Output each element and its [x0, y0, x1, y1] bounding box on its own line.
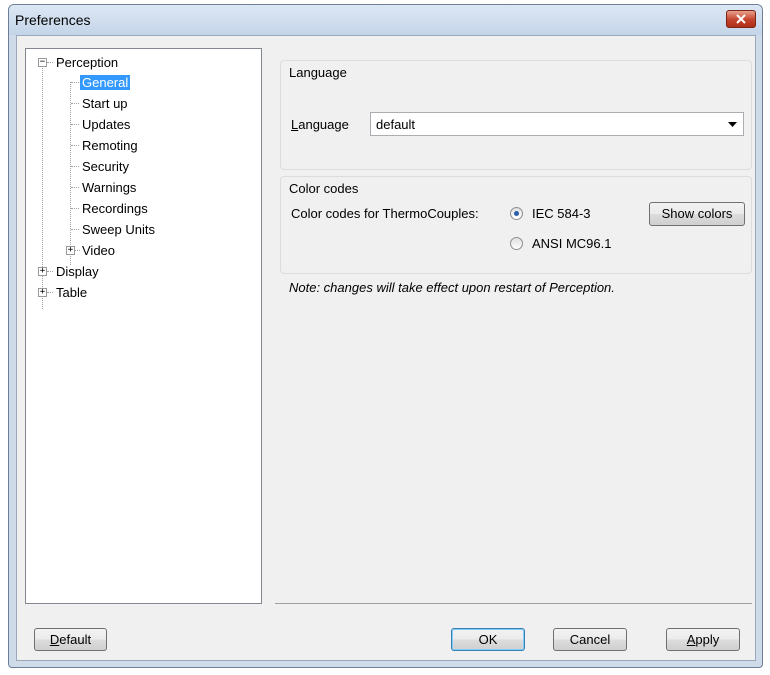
radio-iec-label[interactable]: IEC 584-3 [532, 206, 591, 221]
tree-item-warnings[interactable]: Warnings [80, 179, 138, 196]
tree-item-perception[interactable]: Perception [54, 54, 120, 71]
collapse-icon[interactable]: − [38, 58, 47, 67]
radio-iec-584-3[interactable] [510, 207, 523, 220]
tree-item-security[interactable]: Security [80, 158, 131, 175]
restart-note: Note: changes will take effect upon rest… [289, 280, 615, 295]
window-title: Preferences [15, 12, 91, 28]
tree-item-sweep-units[interactable]: Sweep Units [80, 221, 157, 238]
language-group-title: Language [289, 65, 347, 80]
expand-icon[interactable]: + [38, 288, 47, 297]
chevron-down-icon [728, 122, 737, 127]
tree-line [70, 82, 71, 265]
divider [275, 603, 752, 604]
default-button[interactable]: Default [34, 628, 107, 651]
preferences-tree[interactable]: − Perception General Start up Updates Re… [25, 48, 262, 604]
tree-item-display[interactable]: Display [54, 263, 101, 280]
tree-item-table[interactable]: Table [54, 284, 89, 301]
tree-item-updates[interactable]: Updates [80, 116, 132, 133]
language-group: Language Language default [280, 60, 752, 170]
tree-item-recordings[interactable]: Recordings [80, 200, 150, 217]
color-codes-group: Color codes Color codes for ThermoCouple… [280, 176, 752, 274]
preferences-window: Preferences − Perception General Start u… [8, 4, 763, 668]
tree-item-video[interactable]: Video [80, 242, 117, 259]
expand-icon[interactable]: + [38, 267, 47, 276]
color-codes-group-title: Color codes [289, 181, 359, 196]
close-icon [736, 14, 746, 24]
ok-button[interactable]: OK [451, 628, 525, 651]
show-colors-button[interactable]: Show colors [649, 202, 745, 226]
tree-item-start-up[interactable]: Start up [80, 95, 130, 112]
cancel-button[interactable]: Cancel [553, 628, 627, 651]
language-dropdown[interactable]: default [370, 112, 744, 136]
close-button[interactable] [726, 10, 756, 28]
dialog-body: − Perception General Start up Updates Re… [16, 35, 756, 661]
apply-button[interactable]: Apply [666, 628, 740, 651]
radio-ansi-label[interactable]: ANSI MC96.1 [532, 236, 611, 251]
language-label: Language [291, 117, 349, 132]
tree-item-remoting[interactable]: Remoting [80, 137, 140, 154]
tree-item-general[interactable]: General [80, 74, 131, 91]
title-bar[interactable]: Preferences [9, 5, 762, 35]
thermocouple-label: Color codes for ThermoCouples: [291, 206, 479, 221]
radio-ansi-mc96-1[interactable] [510, 237, 523, 250]
expand-icon[interactable]: + [66, 246, 75, 255]
language-value: default [376, 117, 416, 132]
